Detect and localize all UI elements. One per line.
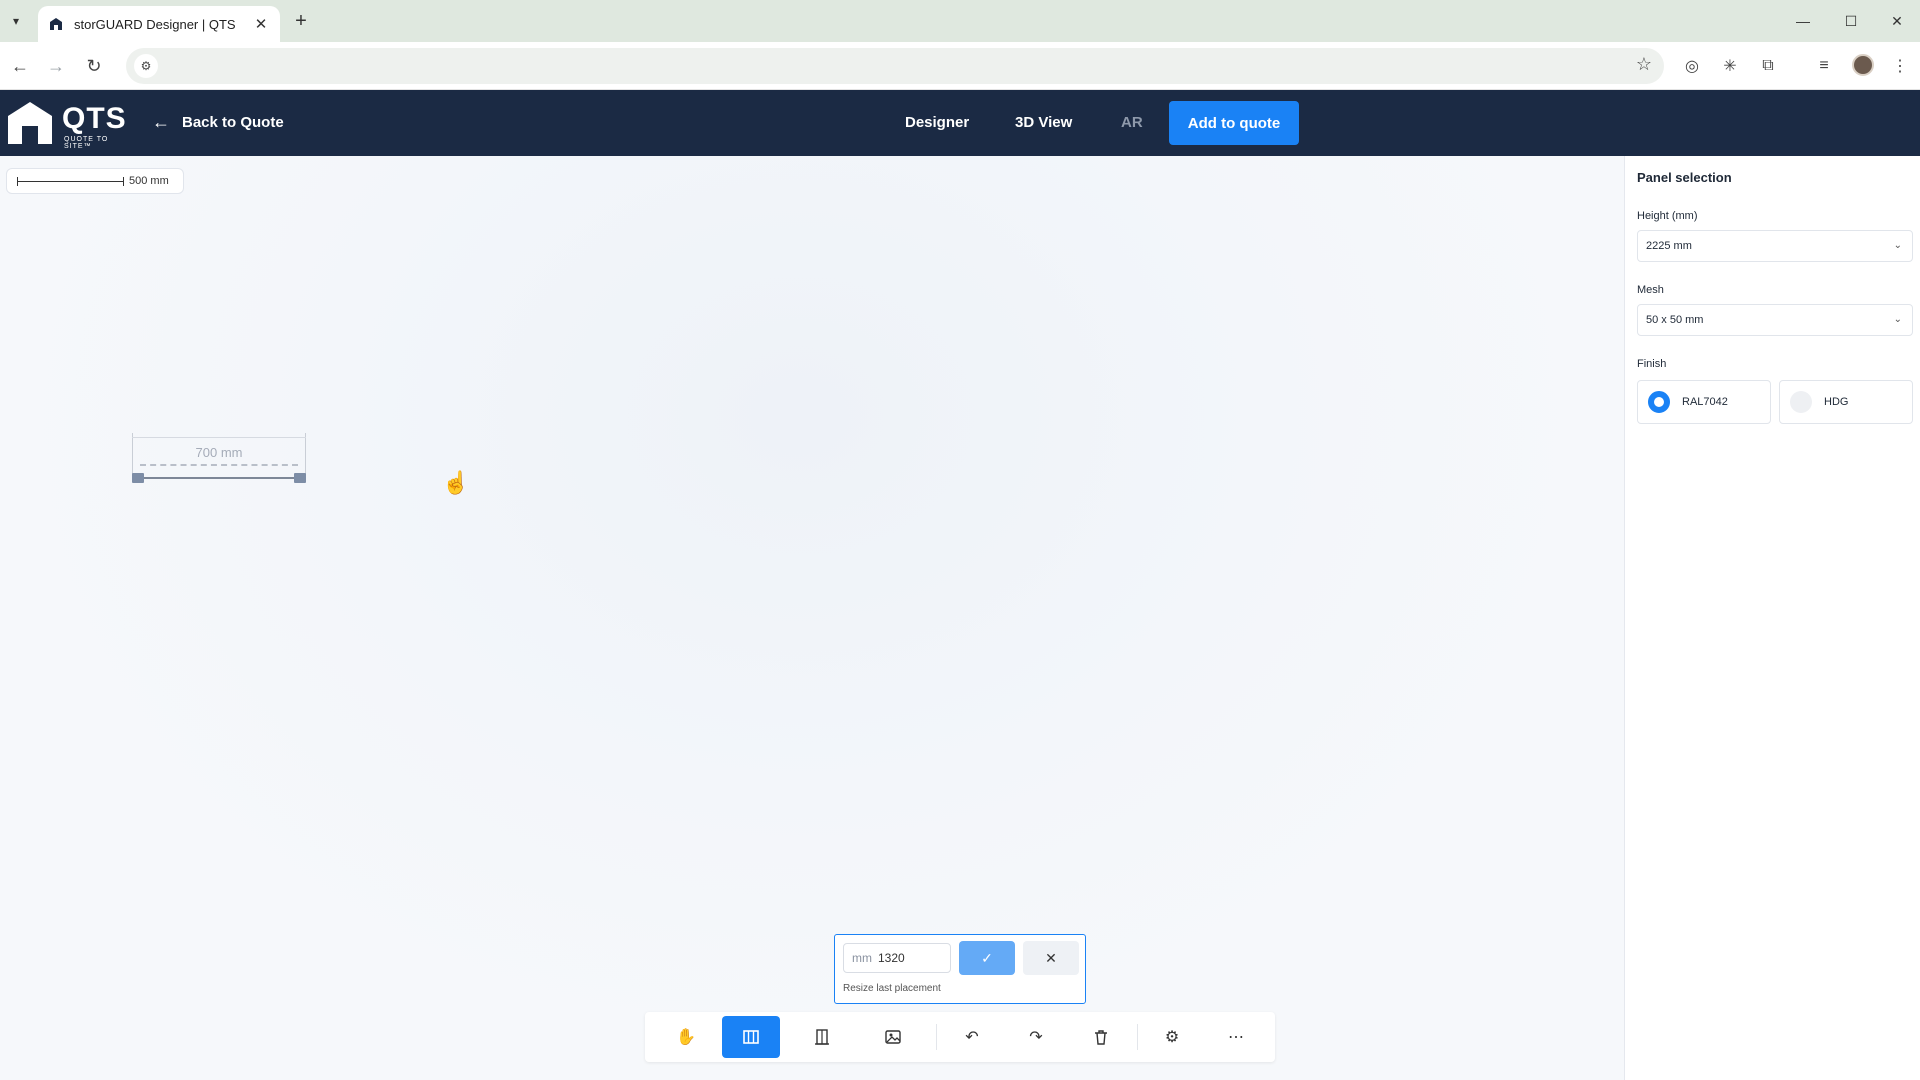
- profile-avatar[interactable]: [1852, 54, 1874, 76]
- finish-label: Finish: [1637, 358, 1667, 370]
- panel-selection-sidebar: Panel selection Height (mm) 2225 mm ⌄ Me…: [1624, 156, 1920, 1080]
- reload-icon[interactable]: ↻: [82, 54, 106, 78]
- fence-tool-button[interactable]: [722, 1016, 780, 1058]
- pan-tool-button[interactable]: ✋: [657, 1016, 715, 1058]
- qts-favicon-icon: [50, 18, 62, 30]
- resize-length-input[interactable]: mm 1320: [843, 943, 951, 973]
- height-select[interactable]: 2225 mm ⌄: [1637, 230, 1913, 262]
- scale-bar: [17, 181, 123, 182]
- sidebar-title: Panel selection: [1637, 170, 1732, 185]
- scale-tick-right: [123, 177, 124, 186]
- extensions-puzzle-icon[interactable]: ⧉: [1756, 54, 1780, 78]
- toolbar-divider: [936, 1024, 937, 1050]
- tab-search-icon[interactable]: ▾: [4, 9, 28, 33]
- image-icon: [885, 1030, 901, 1044]
- bookmark-star-icon[interactable]: ☆: [1636, 54, 1652, 75]
- window-close-button[interactable]: ✕: [1874, 8, 1920, 34]
- scale-tick-left: [17, 177, 18, 186]
- image-tool-button[interactable]: [864, 1016, 922, 1058]
- back-to-quote-link[interactable]: ← Back to Quote: [152, 112, 284, 133]
- site-info-icon[interactable]: ⚙: [134, 54, 158, 78]
- resize-dialog: mm 1320 ✓ ✕ Resize last placement: [834, 934, 1086, 1004]
- back-to-quote-label: Back to Quote: [182, 114, 284, 131]
- undo-button[interactable]: ↶: [943, 1016, 1001, 1058]
- redo-icon: ↷: [1029, 1029, 1043, 1046]
- height-value: 2225 mm: [1646, 240, 1692, 252]
- logo-subtext: QUOTE TO SITE™: [64, 136, 109, 150]
- scale-label: 500 mm: [129, 175, 169, 187]
- delete-button[interactable]: [1072, 1016, 1130, 1058]
- resize-value: 1320: [878, 951, 905, 965]
- resize-confirm-button[interactable]: ✓: [959, 941, 1015, 975]
- extension-sparkle-icon[interactable]: ✳: [1718, 54, 1742, 78]
- mesh-select[interactable]: 50 x 50 mm ⌄: [1637, 304, 1913, 336]
- radio-selected-icon: [1648, 391, 1670, 413]
- tab-ar[interactable]: AR: [1121, 114, 1143, 131]
- new-tab-button[interactable]: +: [290, 10, 312, 32]
- browser-tab[interactable]: storGUARD Designer | QTS ✕: [38, 6, 280, 42]
- bottom-toolbar: ✋ ↶ ↷ ⚙ ⋯: [645, 1012, 1275, 1062]
- arrow-left-icon: ←: [152, 112, 170, 132]
- browser-toolbar: ← → ↻ ⚙ ☆ ◎ ✳ ⧉ ≡ ⋮: [0, 42, 1920, 90]
- finish-option-hdg[interactable]: HDG: [1779, 380, 1913, 424]
- fence-panel-icon: [743, 1030, 759, 1044]
- trash-icon: [1095, 1030, 1107, 1045]
- minimize-button[interactable]: —: [1780, 8, 1826, 34]
- chevron-down-icon: ⌄: [1893, 314, 1902, 325]
- redo-button[interactable]: ↷: [1007, 1016, 1065, 1058]
- height-label: Height (mm): [1637, 210, 1698, 222]
- app-header: QTS QUOTE TO SITE™ ← Back to Quote Desig…: [0, 90, 1920, 156]
- design-canvas[interactable]: 500 mm 700 mm ☝ mm 1320 ✓ ✕ Resize last …: [0, 156, 1624, 1080]
- qts-logo-icon: [8, 102, 52, 144]
- browser-tab-bar: ▾ storGUARD Designer | QTS ✕ + — ☐ ✕: [0, 0, 1920, 42]
- post-handle-right[interactable]: [294, 473, 306, 483]
- logo-text: QTS: [62, 102, 127, 135]
- back-arrow-icon[interactable]: ←: [8, 54, 32, 78]
- tab-designer[interactable]: Designer: [905, 114, 969, 131]
- chevron-down-icon: ⌄: [1893, 240, 1902, 251]
- more-button[interactable]: ⋯: [1207, 1016, 1265, 1058]
- settings-button[interactable]: ⚙: [1143, 1016, 1201, 1058]
- media-control-icon[interactable]: ≡: [1812, 54, 1836, 78]
- browser-menu-icon[interactable]: ⋮: [1888, 54, 1912, 78]
- more-icon: ⋯: [1228, 1029, 1244, 1046]
- dimension-dashed-line: [140, 464, 298, 466]
- extension-icon[interactable]: ◎: [1680, 54, 1704, 78]
- door-tool-button[interactable]: [793, 1016, 851, 1058]
- resize-hint-text: Resize last placement: [843, 983, 941, 994]
- undo-icon: ↶: [965, 1029, 979, 1046]
- hand-icon: ✋: [676, 1029, 696, 1046]
- forward-arrow-icon[interactable]: →: [44, 54, 68, 78]
- tab-3d-view[interactable]: 3D View: [1015, 114, 1072, 131]
- maximize-button[interactable]: ☐: [1828, 8, 1874, 34]
- resize-cancel-button[interactable]: ✕: [1023, 941, 1079, 975]
- tab-title: storGUARD Designer | QTS: [74, 16, 236, 32]
- toolbar-divider: [1137, 1024, 1138, 1050]
- qts-logo[interactable]: QTS QUOTE TO SITE™: [6, 98, 128, 150]
- placed-fence-panel[interactable]: 700 mm: [132, 433, 306, 489]
- mesh-value: 50 x 50 mm: [1646, 314, 1704, 326]
- post-handle-left[interactable]: [132, 473, 144, 483]
- finish-option-label: HDG: [1824, 396, 1849, 408]
- finish-option-label: RAL7042: [1682, 396, 1728, 408]
- add-to-quote-button[interactable]: Add to quote: [1169, 101, 1299, 145]
- close-icon: ✕: [1045, 949, 1057, 966]
- hand-pointer-cursor-icon: ☝: [442, 470, 470, 495]
- dimension-guide-top: [132, 437, 306, 438]
- door-icon: [815, 1029, 829, 1045]
- fence-panel-rail[interactable]: [136, 477, 302, 479]
- address-bar[interactable]: ⚙ ☆: [126, 48, 1664, 84]
- check-icon: ✓: [981, 949, 993, 966]
- gear-icon: ⚙: [1164, 1029, 1180, 1046]
- resize-unit-label: mm: [852, 951, 872, 965]
- radio-unselected-icon: [1790, 391, 1812, 413]
- panel-dimension-label: 700 mm: [195, 445, 243, 460]
- mesh-label: Mesh: [1637, 284, 1664, 296]
- scale-indicator: 500 mm: [6, 168, 184, 194]
- finish-option-ral7042[interactable]: RAL7042: [1637, 380, 1771, 424]
- tab-close-icon[interactable]: ✕: [252, 15, 270, 33]
